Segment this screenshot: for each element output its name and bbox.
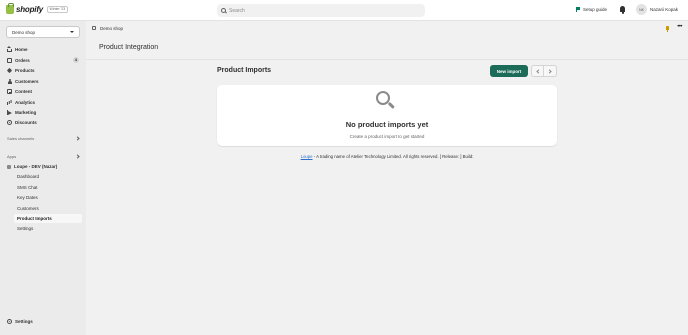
app-loupe[interactable]: Loupe - DEV (Nazar)	[4, 162, 82, 171]
apps-section[interactable]: Apps	[7, 153, 80, 159]
footer-link[interactable]: Loupe	[301, 154, 313, 159]
footer-text: - A trading name of Atelier Technology L…	[312, 154, 474, 159]
sidebar-item-label: Customers	[15, 78, 39, 84]
user-name: Nazarii Kopak	[650, 7, 679, 12]
sidebar-item-label: Settings	[15, 319, 33, 324]
marketing-icon	[7, 110, 12, 115]
subitem-label: Dashboard	[17, 174, 40, 179]
edition-badge: Winter '23	[47, 6, 68, 13]
search-icon	[221, 8, 226, 13]
next-page-button[interactable]	[544, 65, 557, 77]
sidebar-subitem-dashboard[interactable]: Dashboard	[14, 172, 82, 181]
app-name: Loupe - DEV (Nazar)	[14, 164, 58, 169]
empty-state-subtitle: Create a product import to get started	[349, 134, 425, 139]
chevron-down-icon	[70, 31, 74, 33]
chevron-right-icon	[75, 135, 80, 141]
search-input[interactable]	[229, 7, 409, 14]
store-name: Demo shop	[12, 29, 36, 35]
sidebar-item-content[interactable]: Content	[4, 87, 82, 96]
sidebar-subitem-customers[interactable]: Customers	[14, 204, 82, 213]
sidebar: Demo shop Home Orders 4 Products Custome…	[0, 21, 86, 335]
sales-channels-label: Sales channels	[7, 136, 35, 141]
apps-label: Apps	[7, 154, 17, 159]
sidebar-item-discounts[interactable]: Discounts	[4, 118, 82, 127]
sidebar-item-label: Products	[15, 68, 35, 73]
shopify-logo[interactable]: shopify Winter '23	[6, 3, 68, 14]
bell-icon[interactable]	[620, 6, 625, 14]
empty-state-card: No product imports yet Create a product …	[217, 85, 557, 146]
top-bar: shopify Winter '23 Setup guide NK Nazari…	[0, 0, 688, 21]
sidebar-subitem-sms-chat[interactable]: SMS Chat	[14, 183, 82, 192]
chevron-right-icon	[547, 68, 552, 74]
sidebar-subitem-key-dates[interactable]: Key Dates	[14, 193, 82, 202]
app-icon	[7, 164, 11, 169]
pagination	[531, 65, 557, 77]
avatar: NK	[636, 4, 647, 15]
sidebar-item-analytics[interactable]: Analytics	[4, 98, 82, 107]
sidebar-item-label: Content	[15, 89, 32, 94]
empty-state-title: No product imports yet	[345, 120, 429, 129]
subitem-label: Product Imports	[17, 215, 52, 221]
subitem-label: Settings	[17, 226, 34, 231]
search-bar[interactable]	[217, 4, 425, 17]
home-icon	[7, 46, 12, 52]
previous-page-button[interactable]	[531, 65, 544, 77]
more-horizontal-icon[interactable]: •••	[677, 24, 682, 30]
sales-channels-section[interactable]: Sales channels	[7, 135, 80, 141]
subitem-label: SMS Chat	[17, 184, 38, 190]
pin-icon[interactable]	[666, 26, 669, 32]
flag-icon	[576, 7, 580, 12]
sidebar-subitem-settings[interactable]: Settings	[14, 224, 82, 233]
sidebar-subitem-product-imports[interactable]: Product Imports	[14, 213, 82, 223]
sidebar-item-customers[interactable]: Customers	[4, 77, 82, 86]
orders-icon	[7, 57, 12, 63]
sidebar-item-label: Marketing	[15, 110, 37, 115]
app-subheader: Demo shop •••	[86, 21, 688, 35]
store-icon	[92, 26, 96, 30]
sidebar-item-products[interactable]: Products	[4, 66, 82, 75]
sidebar-item-label: Discounts	[15, 120, 37, 125]
app-title: Product Integration	[99, 43, 159, 51]
sidebar-item-marketing[interactable]: Marketing	[4, 108, 82, 117]
subheader-store-name: Demo shop	[100, 25, 124, 31]
magnifier-icon	[376, 91, 395, 109]
shopify-bag-icon	[6, 3, 14, 14]
chevron-left-icon	[535, 68, 541, 74]
products-icon	[6, 67, 13, 74]
new-import-button[interactable]: New import	[490, 65, 528, 77]
setup-guide-button[interactable]: Setup guide	[576, 7, 607, 12]
customers-icon	[7, 78, 12, 84]
page-title: Product Imports	[217, 67, 272, 74]
analytics-icon	[7, 100, 12, 105]
sidebar-item-label: Orders	[15, 57, 30, 63]
chevron-right-icon	[75, 153, 80, 159]
sidebar-item-home[interactable]: Home	[4, 45, 82, 54]
subitem-label: Key Dates	[17, 195, 38, 200]
orders-count-badge: 4	[72, 57, 79, 63]
app-title-bar: Product Integration	[86, 35, 688, 60]
subitem-label: Customers	[17, 205, 39, 211]
sidebar-item-settings[interactable]: Settings	[4, 317, 82, 326]
user-menu[interactable]: NK Nazarii Kopak	[636, 4, 678, 15]
store-selector[interactable]: Demo shop	[6, 26, 80, 38]
sidebar-item-label: Home	[15, 47, 28, 52]
content-icon	[7, 89, 12, 94]
footer: Loupe - A trading name of Atelier Techno…	[217, 154, 557, 159]
brand-name: shopify	[16, 5, 44, 14]
discounts-icon	[7, 120, 12, 125]
gear-icon	[7, 319, 12, 324]
setup-guide-label: Setup guide	[583, 7, 608, 12]
sidebar-item-orders[interactable]: Orders 4	[4, 56, 82, 65]
sidebar-item-label: Analytics	[15, 99, 36, 105]
